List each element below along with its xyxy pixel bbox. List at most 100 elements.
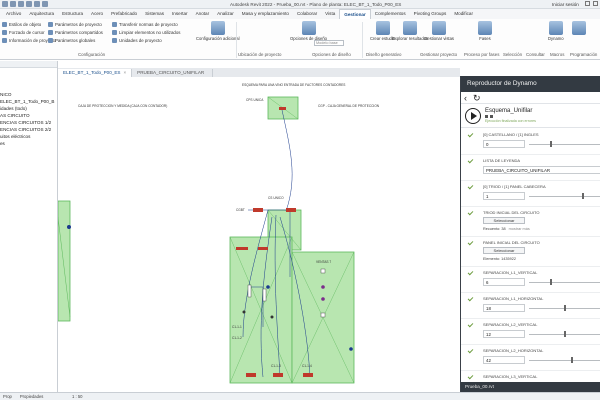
ribbon-tab-12[interactable]: Gestionar — [339, 9, 371, 19]
label-c2: C1-1-2 — [232, 336, 242, 340]
minimize-icon[interactable] — [585, 1, 590, 6]
ribbon-tab-11[interactable]: Vista — [321, 9, 339, 19]
slider-thumb[interactable] — [564, 305, 566, 311]
select-button[interactable]: Seleccionar — [483, 217, 525, 224]
ribbon-tab-8[interactable]: Analizar — [213, 9, 238, 19]
redo-icon[interactable] — [34, 1, 40, 7]
input-label: SEPARACION_L3_VERTICAL — [483, 374, 538, 379]
view-tab-1[interactable]: PRUEBA_CIRCUITO_UNIFILAR — [132, 69, 214, 77]
show-more-link[interactable]: mostrar más — [509, 227, 530, 231]
slider-track[interactable] — [529, 196, 600, 197]
group-label-project-location: Ubicación de proyecto — [238, 52, 282, 57]
input-value-field[interactable]: 0 — [483, 140, 525, 148]
main-model-dropdown[interactable]: Modelo base — [314, 40, 344, 46]
ribbon-tab-7[interactable]: Anotar — [192, 9, 214, 19]
ribbon-item-list_b-1[interactable]: Parámetros compartidos — [48, 30, 103, 35]
slider-thumb[interactable] — [581, 193, 584, 199]
dynamo-player-panel: Reproductor de Dynamo ‹ ↻ Esquema_Unifil… — [460, 76, 600, 392]
ribbon-tab-4[interactable]: Prefabricado — [107, 9, 141, 19]
ribbon-tab-1[interactable]: Arquitectura — [25, 9, 58, 19]
status-tab-properties[interactable]: Propiedades — [20, 394, 44, 399]
tree-item[interactable]: uitos eléctricos — [0, 133, 54, 140]
refresh-icon[interactable]: ↻ — [473, 93, 481, 103]
script-inputs-list: [0] CASTELLANO / [1] INGLES 0 LISTA DE LEY… — [461, 129, 600, 392]
floor-plan-drawing[interactable] — [58, 77, 460, 391]
ribbon-item-icon — [2, 38, 7, 43]
tree-item[interactable]: idades (todo) — [0, 105, 54, 112]
view-tab-0[interactable]: ELEC_BT_1_Todo_P00_ES × — [58, 69, 133, 77]
ribbon-item-label: Unidades de proyecto — [119, 38, 162, 43]
view-scale[interactable]: 1 : 50 — [72, 394, 82, 399]
status-tab-prop[interactable]: Prop — [3, 394, 12, 399]
script-meta — [485, 115, 536, 118]
ribbon-tab-13[interactable]: Complementos — [371, 9, 410, 19]
tree-item[interactable]: ELEC_BT_1_Todo_P00_B — [0, 98, 54, 105]
open-icon[interactable] — [10, 1, 16, 7]
input-value-field[interactable]: 6 — [483, 278, 525, 286]
ribbon-item-list_c-0[interactable]: Transferir normas de proyecto — [112, 22, 181, 27]
tree-item[interactable]: es — [0, 140, 54, 147]
tree-item[interactable]: AS CIRCUITO — [0, 112, 54, 119]
select-button[interactable]: Seleccionar — [483, 247, 525, 254]
slider-track[interactable] — [529, 144, 600, 145]
list-icon[interactable] — [485, 115, 488, 118]
design-options-button[interactable]: Opciones de diseño — [290, 21, 327, 41]
play-icon[interactable] — [465, 107, 481, 124]
slider-track[interactable] — [529, 360, 600, 361]
app-menu-icon[interactable] — [2, 1, 8, 7]
ribbon-item-list_c-1[interactable]: Limpiar elementos no utilizados — [112, 30, 181, 35]
print-icon[interactable] — [42, 1, 48, 7]
slider-thumb[interactable] — [550, 141, 552, 147]
save-icon[interactable] — [18, 1, 24, 7]
input-value-field[interactable]: 42 — [483, 356, 525, 364]
drawing-canvas[interactable]: ESQUEMA PARA UNA VINO ENTRADA DE FACTORE… — [58, 77, 460, 391]
ribbon-tab-0[interactable]: Archivo — [2, 9, 25, 19]
script-input-row: SEPARACION_L1_VERTICAL 6 — [461, 267, 600, 293]
dynamo-player-button[interactable] — [572, 21, 586, 35]
check-icon — [467, 295, 474, 302]
close-icon[interactable]: × — [123, 69, 126, 77]
label-c3: C1-1-3 — [271, 364, 281, 368]
tree-item[interactable]: NICO — [0, 91, 54, 98]
ribbon-tab-2[interactable]: Estructura — [58, 9, 87, 19]
tree-item[interactable]: ENCIAS CIRCUITOS 1/2 — [0, 119, 54, 126]
input-text-field[interactable]: PRUEBA_CIRCUITO_UNIFILAR — [483, 166, 600, 174]
edit-icon[interactable] — [490, 115, 493, 118]
slider-thumb[interactable] — [550, 279, 552, 285]
input-value-field[interactable]: 12 — [483, 330, 525, 338]
maximize-icon[interactable] — [593, 1, 598, 6]
input-value-field[interactable]: 1 — [483, 192, 525, 200]
ribbon-tab-10[interactable]: Colaborar — [293, 9, 321, 19]
additional-settings-button[interactable]: Configuración adicional — [196, 21, 240, 41]
ribbon-tab-3[interactable]: Acero — [87, 9, 107, 19]
ribbon-tab-5[interactable]: Sistemas — [141, 9, 168, 19]
ribbon-tab-9[interactable]: Masa y emplazamiento — [238, 9, 293, 19]
ribbon-item-list_b-2[interactable]: Parámetros globales — [48, 38, 103, 43]
slider-thumb[interactable] — [571, 357, 573, 363]
explore-outcomes-button[interactable]: Explorar resultados — [392, 21, 428, 41]
ribbon-tab-14[interactable]: Pivoting Groups — [410, 9, 451, 19]
back-icon[interactable]: ‹ — [464, 93, 467, 103]
slider-track[interactable] — [529, 282, 600, 283]
script-input-row: [0] CASTELLANO / [1] INGLES 0 — [461, 129, 600, 155]
panel-cs — [286, 208, 296, 212]
device-box-1 — [320, 268, 326, 274]
sign-in-link[interactable]: Iniciar sesión — [552, 2, 579, 7]
input-value-field[interactable]: 18 — [483, 304, 525, 312]
label-cgbt: CGBT — [236, 208, 245, 212]
ribbon-item-list_c-2[interactable]: Unidades de proyecto — [112, 38, 181, 43]
quick-access-toolbar[interactable] — [2, 1, 48, 7]
ribbon-tab-15[interactable]: Modificar — [450, 9, 477, 19]
manage-views-button[interactable]: Gestionar vistas — [424, 21, 454, 41]
tree-item[interactable]: ENCIAS CIRCUITOS 2/2 — [0, 126, 54, 133]
phases-button[interactable]: Fases — [478, 21, 492, 41]
ribbon-item-icon — [48, 22, 53, 27]
dynamo-button[interactable]: Dynamo — [548, 21, 564, 41]
ribbon-item-list_b-0[interactable]: Parámetros de proyecto — [48, 22, 103, 27]
script-name: Esquema_Unifilar — [485, 108, 533, 114]
project-browser-tree: NICO ELEC_BT_1_Todo_P00_B idades (todo) AS … — [0, 91, 54, 147]
slider-thumb[interactable] — [564, 331, 566, 337]
ribbon-tab-6[interactable]: Insertar — [168, 9, 192, 19]
undo-icon[interactable] — [26, 1, 32, 7]
panel-room-marker-1 — [236, 247, 248, 250]
